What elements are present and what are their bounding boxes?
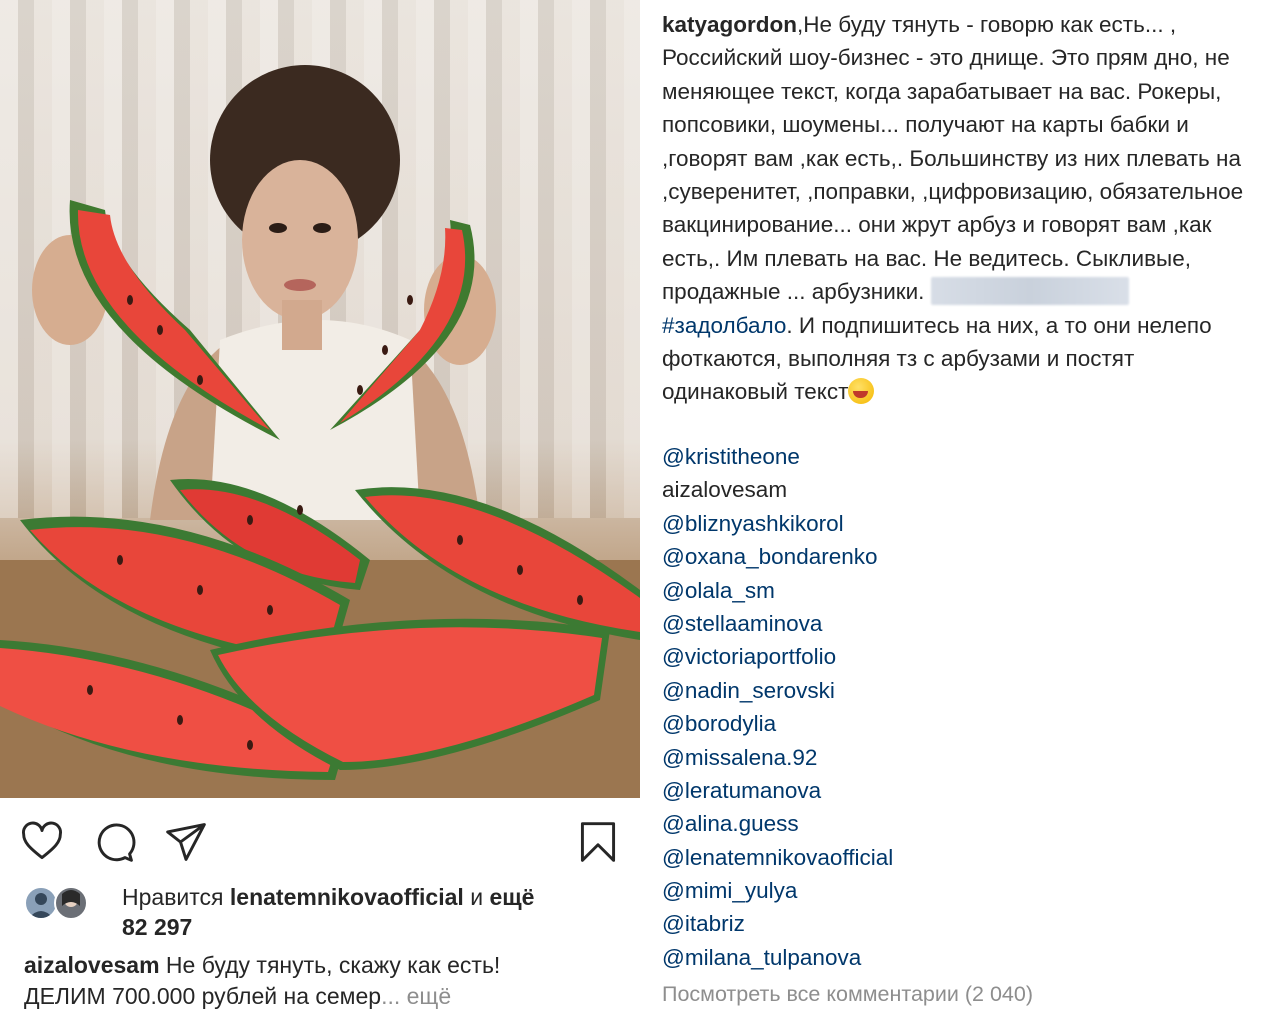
comment-text: katyagordon,Не буду тянуть - говорю как … (662, 8, 1262, 409)
hashtag-link[interactable]: #задолбало (662, 313, 786, 338)
mentions-list: @kristitheone aizalovesam @bliznyashkiko… (662, 440, 1262, 974)
mention-link[interactable]: @leratumanova (662, 774, 1262, 807)
comment-button[interactable] (92, 820, 136, 864)
mention-link[interactable]: @olala_sm (662, 574, 1262, 607)
mention-link[interactable]: @borodylia (662, 707, 1262, 740)
mention-link[interactable]: @mimi_yulya (662, 874, 1262, 907)
avatar[interactable] (24, 886, 58, 920)
likes-count[interactable]: 82 297 (122, 914, 192, 940)
save-button[interactable] (576, 820, 620, 864)
mention-link[interactable]: @itabriz (662, 907, 1262, 940)
mention-link[interactable]: @stellaaminova (662, 607, 1262, 640)
post-action-bar (0, 800, 640, 880)
mention-link[interactable]: @lenatemnikovaofficial (662, 841, 1262, 874)
caption-line-1: Не буду тянуть, скажу как есть! (165, 952, 501, 978)
comment-icon (97, 823, 136, 862)
mention-link[interactable]: @oxana_bondarenko (662, 540, 1262, 573)
avatar[interactable] (54, 886, 88, 920)
mention-link[interactable]: @bliznyashkikorol (662, 507, 1262, 540)
heart-icon (22, 821, 62, 860)
likes-section: Нравится lenatemnikovaofficial и ещё 82 … (24, 882, 624, 942)
photo-illustration (0, 65, 640, 798)
like-button[interactable] (20, 820, 64, 864)
caption-username[interactable]: aizalovesam (24, 952, 160, 978)
mention-plain-text: aizalovesam (662, 477, 788, 503)
photo-person-neck (282, 300, 322, 350)
comment-body-part1: ,Не буду тянуть - говорю как есть... , Р… (662, 12, 1244, 305)
blurred-redaction (930, 277, 1129, 306)
caption-ellipsis: ... (381, 983, 401, 1009)
liked-by-more-link[interactable]: ещё (489, 884, 534, 910)
paper-plane-icon (166, 823, 206, 861)
liked-by-user-link[interactable]: lenatemnikovaofficial (230, 884, 464, 910)
photo-person-face (242, 160, 358, 320)
mention-link[interactable]: @nadin_serovski (662, 674, 1262, 707)
mention-link[interactable]: @missalena.92 (662, 741, 1262, 774)
post-photo[interactable] (0, 0, 640, 798)
mention-link[interactable]: @alina.guess (662, 807, 1262, 840)
view-all-comments-link[interactable]: Посмотреть все комментарии (2 040) (662, 982, 1033, 1007)
caption-line-2: ДЕЛИМ 700.000 рублей на семер (24, 983, 382, 1009)
likes-summary: Нравится lenatemnikovaofficial и ещё 82 … (122, 882, 592, 942)
share-button[interactable] (164, 820, 208, 864)
laughing-emoji-icon (848, 378, 875, 405)
mention-link[interactable]: @milana_tulpanova (662, 941, 1262, 974)
post-caption: aizalovesam Не буду тянуть, скажу как ес… (24, 950, 624, 1012)
liked-by-and: и (470, 884, 484, 910)
comment-username[interactable]: katyagordon (662, 12, 797, 37)
mention-link[interactable]: @victoriaportfolio (662, 640, 1262, 673)
mention-link[interactable]: @kristitheone (662, 440, 1262, 473)
liked-by-prefix: Нравится (122, 884, 224, 910)
caption-more-link[interactable]: ещё (407, 983, 452, 1009)
bookmark-icon (580, 822, 616, 862)
